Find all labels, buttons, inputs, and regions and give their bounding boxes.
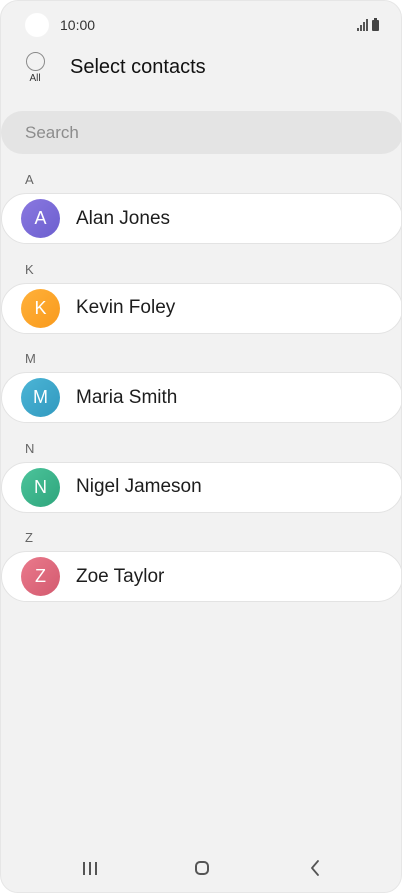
- contact-section-k: K K Kevin Foley: [1, 251, 401, 341]
- battery-icon: [372, 18, 379, 31]
- camera-cutout: [25, 13, 49, 37]
- select-all-label: All: [29, 73, 41, 84]
- avatar: N: [21, 467, 60, 507]
- back-button[interactable]: [300, 856, 330, 880]
- section-header: A: [25, 172, 34, 187]
- contact-name: Kevin Foley: [76, 297, 176, 318]
- avatar: K: [21, 288, 60, 328]
- back-icon: [311, 860, 319, 876]
- search-bar[interactable]: [1, 111, 401, 154]
- contact-section-a: A A Alan Jones: [1, 161, 401, 251]
- contact-item[interactable]: N Nigel Jameson: [1, 461, 401, 513]
- select-all-checkbox[interactable]: All: [23, 52, 47, 84]
- contact-item[interactable]: M Maria Smith: [1, 372, 401, 423]
- contact-section-m: M M Maria Smith: [1, 340, 401, 430]
- signal-bars-icon: [357, 19, 368, 31]
- home-icon: [195, 861, 209, 875]
- recent-apps-button[interactable]: [75, 856, 105, 880]
- status-time: 10:00: [60, 17, 96, 33]
- phone-screen: 10:00 All Select contacts A A Alan J: [0, 0, 402, 893]
- contact-item[interactable]: Z Zoe Taylor: [1, 551, 401, 602]
- home-button[interactable]: [187, 856, 217, 880]
- contact-list: A A Alan Jones K K Kevin Foley M M Maria…: [1, 161, 401, 609]
- search-input[interactable]: [25, 122, 365, 143]
- contact-item[interactable]: A Alan Jones: [1, 193, 401, 244]
- select-all-circle-icon[interactable]: [25, 52, 45, 71]
- contact-name: Alan Jones: [76, 207, 171, 229]
- section-header: K: [25, 261, 34, 277]
- section-header: N: [25, 440, 35, 456]
- contact-name: Nigel Jameson: [76, 476, 202, 497]
- navigation-bar: [1, 844, 401, 892]
- contact-name: Zoe Taylor: [76, 565, 165, 587]
- page-title: Select contacts: [70, 56, 206, 78]
- section-header: M: [25, 351, 36, 366]
- status-icons: [357, 17, 379, 31]
- contact-section-n: N N Nigel Jameson: [1, 430, 401, 520]
- status-bar: 10:00: [1, 1, 401, 49]
- avatar: M: [21, 378, 60, 417]
- contact-section-z: Z Z Zoe Taylor: [1, 519, 401, 609]
- section-header: Z: [25, 530, 33, 545]
- header: All Select contacts: [1, 49, 401, 99]
- avatar: Z: [21, 557, 60, 596]
- avatar: A: [21, 199, 60, 238]
- contact-item[interactable]: K Kevin Foley: [1, 282, 401, 334]
- recent-apps-icon: [83, 861, 97, 875]
- contact-name: Maria Smith: [76, 386, 178, 408]
